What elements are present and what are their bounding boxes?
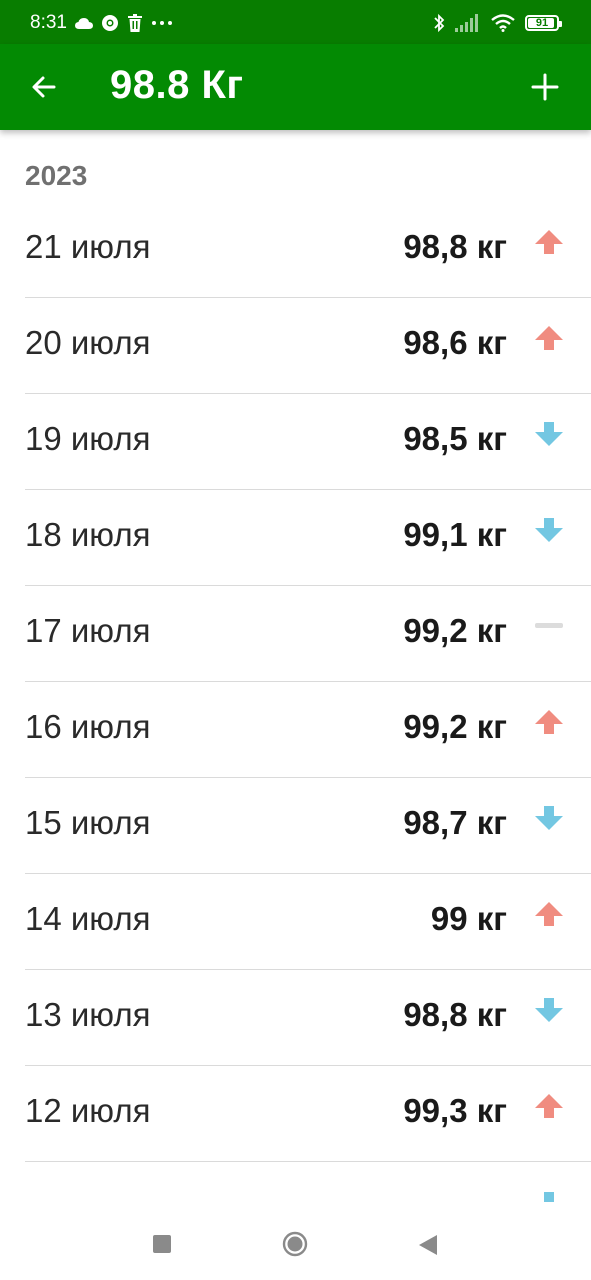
entry-date: 21 июля — [25, 228, 151, 265]
wifi-icon — [491, 14, 515, 32]
chrome-icon — [101, 15, 118, 31]
battery-icon: 91 — [525, 15, 562, 31]
app-bar: 98.8 Кг — [0, 44, 591, 130]
entry-weight: 98,7 кг — [403, 804, 507, 841]
arrow-up-icon — [535, 902, 563, 926]
entry-date: 15 июля — [25, 804, 151, 841]
arrow-up-icon — [535, 230, 563, 254]
entry-date: 19 июля — [25, 420, 151, 457]
arrow-down-icon — [535, 422, 563, 446]
list-item[interactable]: 21 июля 98,8 кг — [25, 202, 591, 298]
more-notifications-icon — [151, 21, 172, 25]
add-entry-button[interactable] — [523, 65, 567, 109]
arrow-down-icon — [535, 806, 563, 830]
list-item[interactable]: 20 июля 98,6 кг — [25, 298, 591, 394]
arrow-down-icon — [535, 518, 563, 542]
entry-weight: 99,2 кг — [403, 612, 507, 649]
list-item[interactable]: 18 июля 99,1 кг — [25, 490, 591, 586]
entry-date: 14 июля — [25, 900, 151, 937]
list-item[interactable]: 16 июля 99,2 кг — [25, 682, 591, 778]
recent-apps-button[interactable] — [153, 1235, 171, 1253]
list-item[interactable]: 12 июля 99,3 кг — [25, 1066, 591, 1162]
entry-weight: 99,2 кг — [403, 708, 507, 745]
entry-date: 12 июля — [25, 1092, 151, 1129]
system-nav-bar — [0, 1208, 591, 1280]
page-title: 98.8 Кг — [110, 63, 244, 107]
weight-entries-list: 21 июля 98,8 кг 20 июля 98,6 кг 19 июля … — [0, 202, 591, 1202]
status-time: 8:31 — [30, 12, 67, 33]
entry-date: 16 июля — [25, 708, 151, 745]
arrow-left-icon — [32, 76, 56, 98]
back-button[interactable] — [24, 67, 64, 107]
plus-icon — [531, 73, 559, 101]
entry-date: 20 июля — [25, 324, 151, 361]
entry-weight: 98,8 кг — [403, 996, 507, 1033]
home-button[interactable] — [282, 1231, 308, 1257]
signal-icon — [455, 14, 478, 32]
list-item[interactable]: 19 июля 98,5 кг — [25, 394, 591, 490]
arrow-down-icon — [535, 998, 563, 1022]
entry-weight: 98,6 кг — [403, 324, 507, 361]
arrow-up-icon — [535, 1094, 563, 1118]
status-bar: 8:31 91 — [0, 0, 591, 44]
entry-weight: 99,3 кг — [403, 1092, 507, 1129]
list-item[interactable]: 15 июля 98,7 кг — [25, 778, 591, 874]
year-header: 2023 — [25, 160, 88, 191]
arrow-up-icon — [535, 710, 563, 734]
list-item[interactable]: 14 июля 99 кг — [25, 874, 591, 970]
arrow-down-icon — [544, 1192, 554, 1202]
entry-weight: 98,8 кг — [403, 228, 507, 265]
entry-weight: 98,5 кг — [403, 420, 507, 457]
list-item-partial[interactable] — [25, 1162, 591, 1202]
entry-date: 18 июля — [25, 516, 151, 553]
system-back-button[interactable] — [417, 1233, 439, 1257]
battery-level: 91 — [535, 16, 549, 29]
list-item[interactable]: 17 июля 99,2 кг — [25, 586, 591, 682]
entry-weight: 99,1 кг — [403, 516, 507, 553]
entry-weight: 99 кг — [430, 900, 507, 937]
bluetooth-icon — [434, 13, 445, 33]
entry-date: 13 июля — [25, 996, 151, 1033]
trash-icon — [127, 14, 142, 32]
arrow-up-icon — [535, 326, 563, 350]
entry-date: 17 июля — [25, 612, 151, 649]
list-item[interactable]: 13 июля 98,8 кг — [25, 970, 591, 1066]
dash-icon — [535, 623, 563, 628]
cloud-icon — [74, 18, 93, 29]
